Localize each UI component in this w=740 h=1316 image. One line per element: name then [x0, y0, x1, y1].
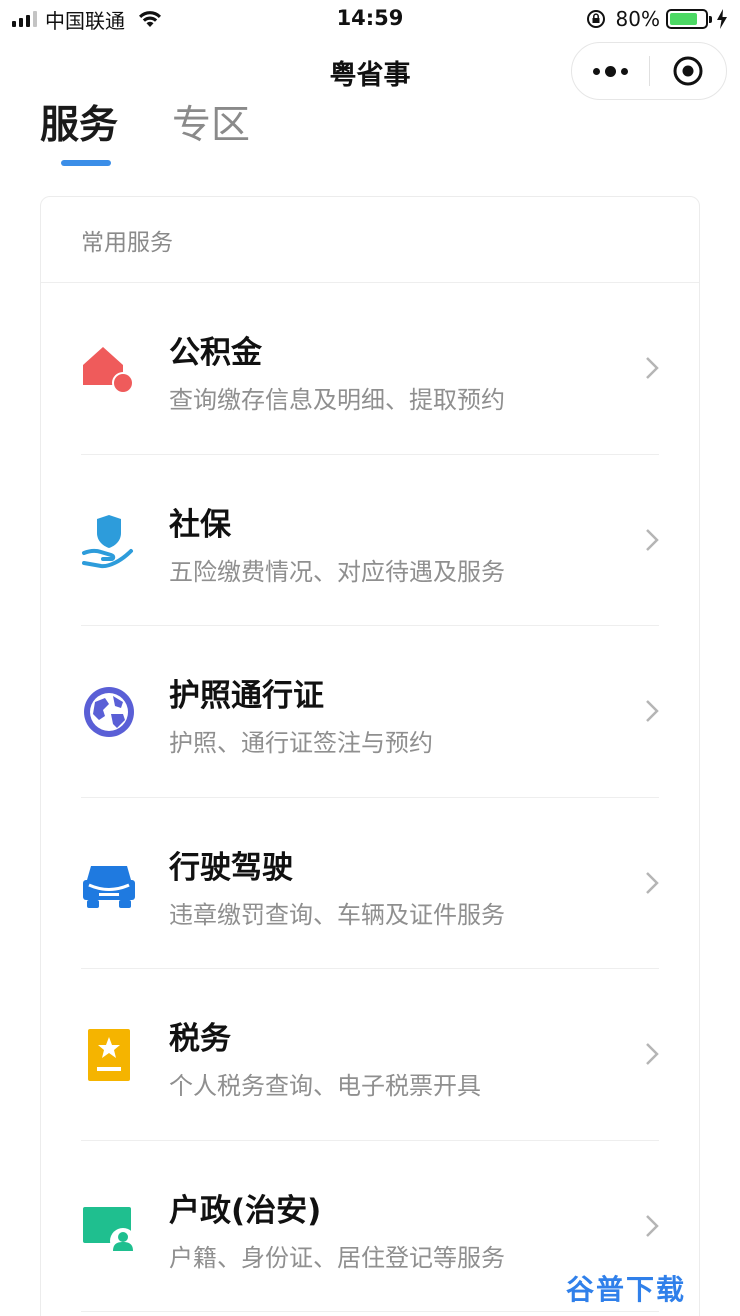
service-subtitle: 违章缴罚查询、车辆及证件服务 [169, 900, 505, 929]
car-icon [83, 865, 135, 908]
tax-star-icon [88, 1029, 130, 1081]
service-item-housing-fund[interactable]: 公积金 查询缴存信息及明细、提取预约 [81, 283, 659, 455]
service-subtitle: 户籍、身份证、居住登记等服务 [169, 1243, 505, 1272]
section-title: 常用服务 [81, 229, 173, 256]
service-item-social-insurance[interactable]: 社保 五险缴费情况、对应待遇及服务 [81, 455, 659, 626]
service-subtitle: 查询缴存信息及明细、提取预约 [169, 386, 505, 414]
service-title: 社保 [169, 506, 231, 543]
rotation-lock-icon [586, 10, 605, 28]
service-title: 行驶驾驶 [169, 849, 293, 886]
charging-bolt-icon [717, 9, 727, 29]
service-subtitle: 护照、通行证签注与预约 [169, 729, 433, 757]
common-services-card: 常用服务 公积金 查询缴存信息及明细、提取预约 社保 五险缴费情况、对应待遇及服… [40, 196, 700, 1316]
service-subtitle: 五险缴费情况、对应待遇及服务 [169, 557, 505, 586]
more-dots-icon [592, 67, 600, 75]
card-header: 常用服务 [41, 197, 699, 283]
service-item-tax[interactable]: 税务 个人税务查询、电子税票开具 [81, 969, 659, 1141]
battery-percentage: 80% [615, 7, 660, 31]
chevron-right-icon [646, 871, 659, 894]
globe-icon [84, 687, 134, 737]
chevron-right-icon [646, 1214, 659, 1237]
tab-service[interactable]: 服务 [40, 100, 118, 145]
chevron-right-icon [646, 1043, 659, 1065]
service-item-passport[interactable]: 护照通行证 护照、通行证签注与预约 [81, 626, 659, 798]
house-fund-icon [83, 347, 134, 394]
more-button[interactable] [572, 43, 649, 99]
chevron-right-icon [646, 700, 659, 722]
service-title: 公积金 [169, 335, 262, 371]
status-bar: 中国联通 14:59 80% [0, 0, 740, 38]
mini-program-capsule [571, 42, 727, 100]
close-button[interactable] [650, 43, 727, 99]
service-title: 户政(治安) [169, 1192, 322, 1229]
battery-icon [666, 9, 712, 29]
id-card-icon [83, 1206, 136, 1254]
chevron-right-icon [646, 357, 659, 379]
service-title: 护照通行证 [169, 678, 324, 714]
tab-bar: 服务 专区 [0, 100, 740, 172]
tab-zone[interactable]: 专区 [172, 100, 250, 145]
chevron-right-icon [646, 528, 659, 551]
tab-active-indicator [61, 160, 111, 166]
service-subtitle: 个人税务查询、电子税票开具 [169, 1072, 481, 1100]
watermark-logo: 谷普下载 [565, 1273, 686, 1306]
close-target-icon [673, 56, 703, 86]
service-item-driving[interactable]: 行驶驾驶 违章缴罚查询、车辆及证件服务 [81, 798, 659, 969]
service-title: 税务 [169, 1021, 231, 1057]
social-insurance-icon [82, 514, 133, 568]
